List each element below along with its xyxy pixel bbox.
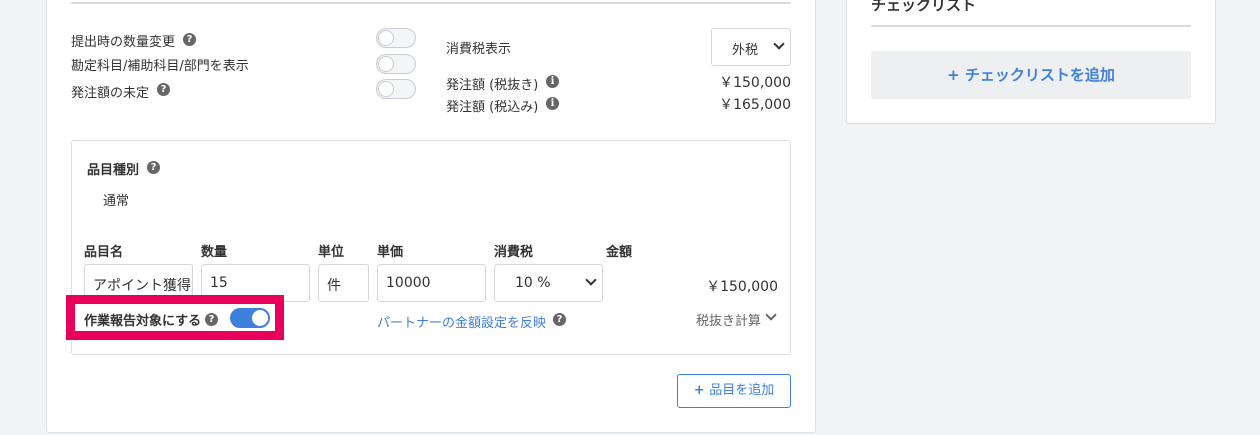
work-report-label: 作業報告対象にする (84, 314, 202, 329)
plus-icon: + (947, 66, 965, 84)
amount-incl-label: 発注額 (税込み) (446, 100, 539, 115)
column-header-tax: 消費税 (494, 245, 534, 260)
help-icon[interactable]: ? (157, 83, 170, 96)
column-header-price: 単価 (377, 245, 404, 260)
item-tax-select[interactable]: 10 % (494, 264, 603, 302)
amount-incl-value: ￥165,000 (719, 97, 791, 113)
add-checklist-label: チェックリストを追加 (964, 66, 1115, 84)
column-header-name: 品目名 (84, 245, 124, 260)
tax-display-label: 消費税表示 (446, 42, 512, 57)
amount-excl-label: 発注額 (税抜き) (446, 78, 539, 93)
add-checklist-button[interactable]: + チェックリストを追加 (871, 51, 1191, 99)
tax-mode-value: 外税 (732, 43, 759, 58)
item-type-label: 品目種別 (87, 163, 140, 178)
tax-mode-select[interactable]: 外税 (711, 28, 791, 66)
apply-partner-price-link[interactable]: パートナーの金額設定を反映 (377, 312, 546, 331)
account-display-toggle[interactable] (376, 54, 416, 74)
add-item-button[interactable]: + 品目を追加 (677, 374, 791, 408)
help-icon[interactable]: ? (205, 313, 218, 326)
chevron-down-icon (773, 38, 785, 50)
divider (71, 2, 791, 4)
item-type-value: 通常 (103, 194, 130, 209)
work-report-toggle[interactable] (230, 308, 270, 328)
account-display-label: 勘定科目/補助科目/部門を表示 (71, 59, 249, 74)
toggle-knob (252, 310, 268, 326)
help-icon[interactable]: ? (183, 33, 196, 46)
undecided-amount-toggle[interactable] (376, 79, 416, 99)
plus-icon: + (693, 383, 710, 398)
column-header-qty: 数量 (201, 245, 228, 260)
qty-change-label: 提出時の数量変更 (71, 35, 176, 50)
item-unit-input[interactable]: 件 (318, 264, 369, 302)
item-price-input[interactable]: 10000 (377, 264, 486, 302)
divider (871, 25, 1191, 27)
qty-change-toggle[interactable] (376, 28, 416, 48)
column-header-unit: 単位 (318, 245, 345, 260)
info-icon[interactable]: i (546, 75, 559, 88)
info-icon[interactable]: i (546, 97, 559, 110)
amount-excl-value: ￥150,000 (719, 75, 791, 91)
toggle-knob (378, 56, 394, 72)
column-header-amount: 金額 (606, 245, 633, 260)
undecided-amount-label: 発注額の未定 (71, 86, 150, 101)
item-amount-value: ￥150,000 (706, 279, 778, 295)
calc-mode-dropdown[interactable]: 税抜き計算 (696, 310, 761, 329)
chevron-down-icon (585, 274, 597, 286)
help-icon[interactable]: ? (147, 161, 160, 174)
checklist-title: チェックリスト (871, 0, 977, 14)
add-item-label: 品目を追加 (709, 383, 775, 398)
help-icon[interactable]: ? (553, 313, 566, 326)
item-tax-value: 10 % (515, 275, 551, 291)
toggle-knob (378, 81, 394, 97)
toggle-knob (378, 30, 394, 46)
